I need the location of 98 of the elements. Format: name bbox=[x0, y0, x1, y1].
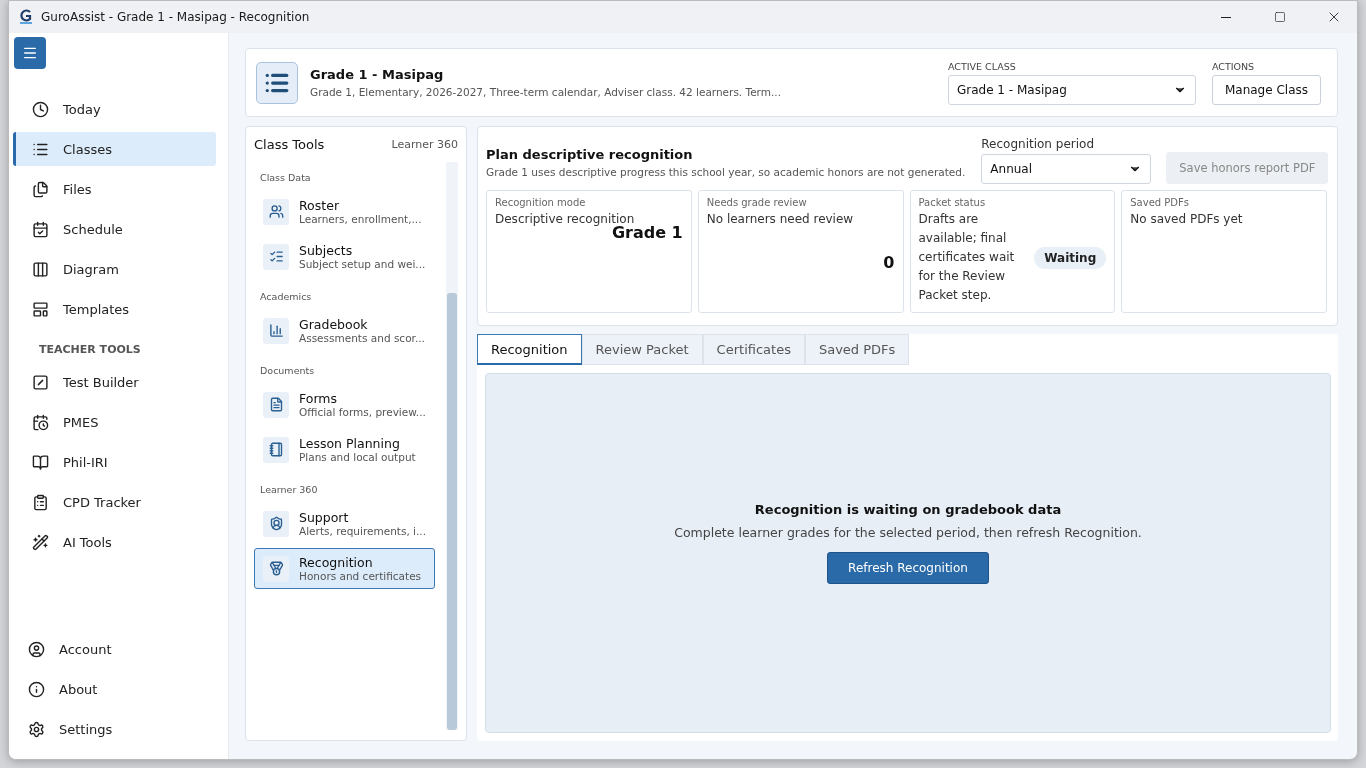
sidebar-item[interactable]: Test Builder bbox=[13, 365, 213, 399]
sidebar-item[interactable]: Today bbox=[13, 92, 213, 126]
maximize-icon bbox=[1274, 11, 1286, 23]
period-dropdown[interactable]: Annual bbox=[981, 154, 1152, 184]
class-title: Grade 1 - Masipag bbox=[310, 67, 445, 82]
sidebar-item[interactable]: Classes bbox=[13, 132, 216, 166]
stat-text: Descriptive recognition bbox=[495, 211, 636, 226]
sidebar-item[interactable]: Settings bbox=[13, 712, 213, 746]
class-dropdown[interactable]: Grade 1 - Masipag bbox=[947, 74, 1196, 105]
card-title: Plan descriptive recognition bbox=[486, 147, 694, 162]
tab[interactable]: Certificates bbox=[702, 334, 805, 365]
app-logo-icon bbox=[19, 9, 33, 25]
document-icon bbox=[263, 391, 289, 418]
status-badge: Waiting bbox=[1034, 246, 1107, 269]
panel-tag: Learner 360 bbox=[391, 138, 458, 151]
settings-icon bbox=[28, 720, 45, 738]
tab[interactable]: Recognition bbox=[477, 334, 582, 365]
group-heading: Learner 360 bbox=[259, 483, 319, 497]
menu-button[interactable] bbox=[14, 37, 46, 69]
tool-item[interactable]: Support Alerts, requirements, i... bbox=[254, 503, 435, 544]
field-label: ACTIVE CLASS bbox=[947, 60, 1017, 72]
stat-value: 0 bbox=[883, 253, 895, 272]
manage-class-button[interactable]: Manage Class bbox=[1211, 74, 1321, 105]
tool-title: Gradebook bbox=[299, 317, 369, 332]
tool-item[interactable]: Lesson Planning Plans and local output bbox=[254, 429, 435, 470]
tool-item[interactable]: Forms Official forms, preview... bbox=[254, 384, 435, 425]
clipboard-icon bbox=[32, 493, 49, 511]
files-icon bbox=[32, 180, 49, 198]
stat-text: No saved PDFs yet bbox=[1130, 211, 1244, 228]
calendar-clock-icon bbox=[32, 413, 49, 431]
tab[interactable]: Review Packet bbox=[581, 334, 703, 365]
class-details: Grade 1, Elementary, 2026-2027, Three-term calendar, Adviser class. 42 learners. Term... bbox=[310, 86, 782, 98]
tool-item[interactable]: Subjects Subject setup and wei... bbox=[254, 236, 435, 277]
notebook-icon bbox=[263, 436, 289, 463]
calendar-icon bbox=[32, 220, 49, 238]
stat-label: Packet status bbox=[918, 197, 987, 208]
info-icon bbox=[28, 680, 45, 698]
people-icon bbox=[263, 198, 289, 225]
field-label: ACTIONS bbox=[1211, 60, 1256, 72]
tool-item[interactable]: Recognition Honors and certificates bbox=[254, 548, 435, 589]
tool-item[interactable]: Gradebook Assessments and scor... bbox=[254, 310, 435, 351]
medal-icon bbox=[263, 555, 289, 582]
wand-icon bbox=[32, 533, 49, 551]
sidebar-item[interactable]: AI Tools bbox=[13, 525, 213, 559]
window-title: GuroAssist - Grade 1 - Masipag - Recognition bbox=[41, 10, 311, 24]
tool-title: Support bbox=[299, 510, 350, 525]
sidebar-item[interactable]: Schedule bbox=[13, 212, 213, 246]
tool-description: Learners, enrollment,... bbox=[299, 213, 422, 225]
refresh-button[interactable]: Refresh Recognition bbox=[827, 552, 989, 584]
sidebar-item[interactable]: CPD Tracker bbox=[13, 485, 213, 519]
tool-description: Subject setup and wei... bbox=[299, 258, 426, 270]
shield-icon bbox=[263, 510, 289, 537]
stat-value: Grade 1 bbox=[611, 223, 683, 242]
tool-title: Lesson Planning bbox=[299, 436, 401, 451]
stat-label: Needs grade review bbox=[706, 197, 808, 208]
slash-icon bbox=[32, 373, 49, 391]
columns-icon bbox=[32, 260, 49, 278]
sidebar-item[interactable]: Files bbox=[13, 172, 213, 206]
sidebar-item[interactable]: About bbox=[13, 672, 213, 706]
section-heading: TEACHER TOOLS bbox=[38, 342, 142, 358]
stat-label: Recognition mode bbox=[495, 197, 587, 208]
tool-title: Forms bbox=[299, 391, 338, 406]
sidebar-item[interactable]: Templates bbox=[13, 292, 213, 326]
clock-icon bbox=[32, 100, 49, 118]
tool-description: Official forms, preview... bbox=[299, 406, 426, 418]
tool-title: Subjects bbox=[299, 243, 354, 258]
sidebar-item[interactable]: Diagram bbox=[13, 252, 213, 286]
card-description: Grade 1 uses descriptive progress this school year, so academic honors are not generated. bbox=[486, 166, 966, 178]
minimize-icon bbox=[1221, 16, 1231, 18]
group-heading: Class Data bbox=[259, 171, 312, 185]
template-icon bbox=[32, 300, 49, 318]
tool-description: Plans and local output bbox=[299, 451, 416, 463]
empty-state-title: Recognition is waiting on gradebook data bbox=[754, 502, 1062, 517]
tool-description: Honors and certificates bbox=[299, 570, 422, 582]
sidebar-item[interactable]: Phil-IRI bbox=[13, 445, 213, 479]
tool-item[interactable]: Roster Learners, enrollment,... bbox=[254, 191, 435, 232]
tab[interactable]: Saved PDFs bbox=[804, 334, 910, 365]
checklist-icon bbox=[263, 243, 289, 270]
group-heading: Academics bbox=[259, 290, 313, 304]
tool-title: Recognition bbox=[299, 555, 374, 570]
group-heading: Documents bbox=[259, 364, 316, 378]
tool-title: Roster bbox=[299, 198, 340, 213]
class-list-icon bbox=[256, 61, 298, 104]
sidebar-item[interactable]: Account bbox=[13, 632, 213, 666]
field-label: Recognition period bbox=[981, 137, 1096, 151]
menu-icon bbox=[22, 45, 38, 61]
user-icon bbox=[28, 640, 45, 658]
stat-text: No learners need review bbox=[706, 211, 855, 228]
panel-title: Class Tools bbox=[254, 137, 325, 152]
empty-state-message: Complete learner grades for the selected period, then refresh Recognition. bbox=[674, 525, 1142, 540]
tool-description: Alerts, requirements, i... bbox=[299, 525, 426, 537]
sidebar-item[interactable]: PMES bbox=[13, 405, 213, 439]
tool-description: Assessments and scor... bbox=[299, 332, 425, 344]
bar-chart-icon bbox=[263, 317, 289, 344]
book-icon bbox=[32, 453, 49, 471]
scrollbar-thumb[interactable] bbox=[447, 292, 457, 730]
stat-label: Saved PDFs bbox=[1130, 197, 1190, 208]
stat-text: Drafts are available; final certificates wait for the Review Packet step. bbox=[918, 211, 1016, 304]
